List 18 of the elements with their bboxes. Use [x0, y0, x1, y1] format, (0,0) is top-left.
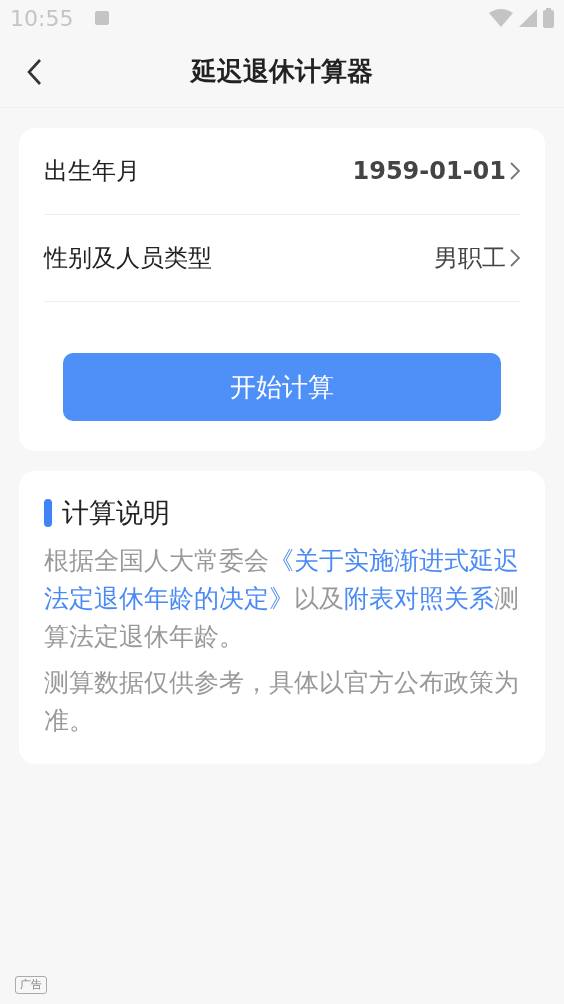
battery-icon: [543, 8, 554, 28]
field-value: 1959-01-01: [352, 156, 506, 187]
field-value: 男职工: [434, 243, 506, 274]
chevron-icon: [510, 162, 520, 180]
description-paragraph: 根据全国人大常委会《关于实施渐进式延迟法定退休年龄的决定》以及附表对照关系测算法定退休年龄。: [44, 544, 520, 653]
description-paragraph: 测算数据仅供参考，具体以官方公布政策为准。: [44, 666, 520, 737]
signal-icon: [519, 9, 537, 27]
form-row[interactable]: 性别及人员类型 男职工: [44, 215, 520, 302]
back-icon: [26, 58, 42, 86]
section-title: 计算说明: [62, 496, 170, 530]
page-title: 延迟退休计算器: [191, 55, 373, 88]
field-label: 性别及人员类型: [44, 243, 212, 274]
ad-label: 广告: [15, 976, 47, 994]
wifi-icon: [489, 9, 513, 27]
chevron-icon: [510, 249, 520, 267]
heading-accent-bar: [44, 499, 52, 528]
field-label: 出生年月: [44, 156, 140, 187]
form-row[interactable]: 出生年月 1959-01-01: [44, 128, 520, 215]
